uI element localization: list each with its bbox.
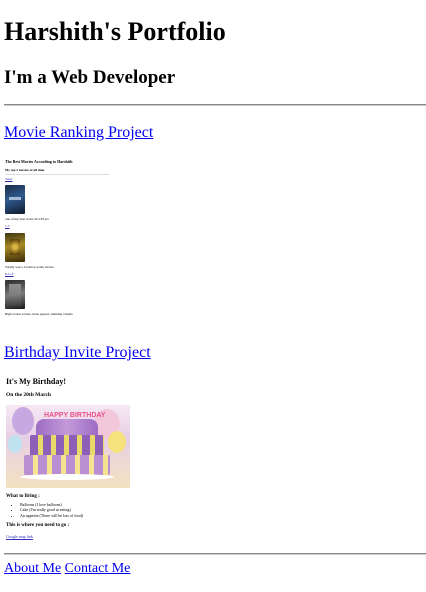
- page-title: Harshith's Portfolio: [4, 17, 226, 46]
- movie-description-1: one of my best in the SCI-FI era: [5, 217, 49, 221]
- birthday-preview-date: On the 20th March: [6, 392, 51, 398]
- cake-topper-text: HAPPY BIRTHDAY: [44, 412, 106, 419]
- balloon-yellow: [108, 431, 126, 453]
- movie-link-3[interactable]: K.G.F: [5, 272, 13, 276]
- where-heading: This is where you need to go :: [6, 523, 70, 528]
- movie-preview-title: The Best Movies According to Harshith: [5, 159, 73, 164]
- birthday-project-preview: It's My Birthday! On the 20th March HAPP…: [4, 373, 144, 548]
- movie-poster-3: [5, 280, 25, 309]
- balloon-blue: [8, 435, 22, 453]
- cake-plate: [20, 474, 114, 480]
- birthday-project-link[interactable]: Birthday Invite Project: [4, 344, 151, 361]
- google-map-link[interactable]: Google map link: [6, 534, 33, 539]
- divider-bottom: [4, 553, 426, 555]
- bring-heading: What to Bring :: [6, 494, 40, 499]
- movie-project-heading: Movie Ranking Project: [4, 123, 153, 143]
- movie-preview-divider: [5, 174, 109, 175]
- birthday-cake-image: HAPPY BIRTHDAY: [6, 405, 130, 488]
- birthday-project-heading: Birthday Invite Project: [4, 343, 151, 363]
- page-subtitle: I'm a Web Developer: [4, 67, 176, 88]
- balloon-purple: [12, 407, 34, 435]
- divider-top: [4, 104, 426, 106]
- birthday-preview-title: It's My Birthday!: [6, 377, 66, 386]
- movie-preview-subtitle: My top 3 movies of all time.: [5, 168, 46, 172]
- cake-middle-tier: [30, 435, 104, 457]
- bring-item: An appetite (There will be lots of food): [20, 513, 83, 518]
- about-me-link[interactable]: About Me: [4, 561, 61, 576]
- movie-poster-2: [5, 233, 25, 262]
- movie-poster-1: [5, 185, 25, 214]
- cake-bottom-tier: [24, 455, 110, 475]
- movie-description-3: High action scenes, mass appeal, stunnin…: [5, 312, 74, 316]
- footer-nav: About Me Contact Me: [4, 560, 130, 578]
- movie-project-preview: The Best Movies According to Harshith My…: [4, 155, 114, 325]
- movie-description-2: Totally was a Creative writer movie.: [5, 265, 55, 269]
- movie-link-1[interactable]: Tenet: [5, 177, 12, 181]
- movie-link-2[interactable]: 1-5: [5, 224, 10, 228]
- bring-list: Balloons (I love balloons) Cake (I'm rea…: [14, 502, 83, 518]
- movie-project-link[interactable]: Movie Ranking Project: [4, 124, 153, 141]
- contact-me-link[interactable]: Contact Me: [65, 561, 131, 576]
